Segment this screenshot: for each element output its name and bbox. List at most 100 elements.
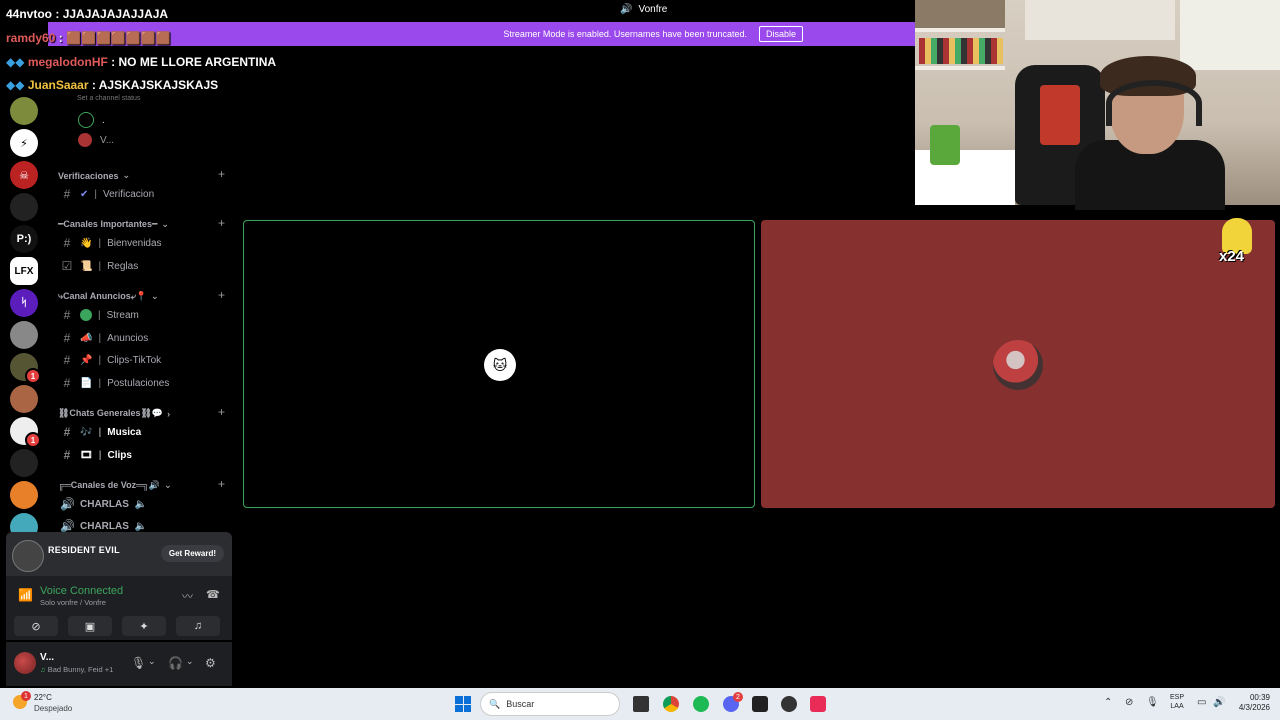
badge-icon: ◆◆ bbox=[6, 55, 25, 69]
video-tile-speaking[interactable]: 🐱 bbox=[243, 220, 755, 508]
weather-description[interactable]: Despejado bbox=[34, 704, 72, 713]
server-icon[interactable]: 1 bbox=[10, 417, 41, 448]
taskbar: 1 22°C Despejado 🔍 Buscar 2 ⌃ ⊘ 🎙 ESP LAA… bbox=[0, 688, 1280, 720]
weather-temperature[interactable]: 22°C bbox=[34, 693, 52, 702]
start-button[interactable] bbox=[455, 696, 471, 712]
chat-username: JuanSaaar bbox=[27, 78, 89, 92]
chrome-icon[interactable] bbox=[663, 696, 679, 712]
microphone-icon[interactable]: 🎙 bbox=[131, 656, 146, 670]
channel-stream[interactable]: # | Stream bbox=[60, 306, 230, 324]
headphones-icon[interactable]: 🎧 bbox=[168, 656, 183, 670]
notification-badge: 1 bbox=[21, 691, 31, 701]
member-name: V... bbox=[100, 134, 115, 146]
add-channel-icon[interactable]: + bbox=[218, 405, 225, 419]
taskbar-search[interactable]: 🔍 Buscar bbox=[480, 692, 620, 716]
get-reward-button[interactable]: Get Reward! bbox=[160, 545, 224, 562]
member-avatar bbox=[78, 112, 94, 128]
add-channel-icon[interactable]: + bbox=[218, 477, 225, 491]
tray-monitor-icon[interactable]: ▭ bbox=[1197, 697, 1206, 708]
noise-suppression-icon[interactable]: 〰 bbox=[182, 588, 193, 604]
language-indicator[interactable]: ESP LAA bbox=[1170, 693, 1184, 711]
voice-channel-charlas[interactable]: 🔊 CHARLAS 🔈 bbox=[60, 495, 230, 513]
channel-clips[interactable]: # 🎞 | Clips bbox=[60, 446, 230, 464]
discord-icon[interactable]: 2 bbox=[723, 692, 743, 712]
server-icon[interactable]: ☠ bbox=[10, 161, 38, 189]
server-icon[interactable]: ⚡ bbox=[10, 129, 38, 157]
discord-badge: 2 bbox=[733, 692, 743, 702]
channel-verificacion[interactable]: # ✔ | Verificacion bbox=[60, 185, 230, 203]
user-name: V... bbox=[40, 652, 55, 663]
voice-member[interactable]: . bbox=[78, 112, 105, 128]
user-activity: ♫ Bad Bunny, Feid +1 bbox=[40, 665, 113, 674]
category-label: ╔═Canales de Voz═╗🔊 bbox=[58, 480, 161, 490]
obs-icon[interactable] bbox=[781, 696, 797, 712]
notification-badge: 1 bbox=[25, 368, 41, 384]
activity-text: Bad Bunny, Feid +1 bbox=[47, 665, 114, 674]
participant-avatar bbox=[993, 340, 1043, 390]
disconnect-icon[interactable]: ☎ bbox=[206, 588, 220, 601]
server-icon[interactable] bbox=[10, 193, 38, 221]
tiktok-icon[interactable] bbox=[810, 696, 826, 712]
channel-postulaciones[interactable]: # 📄 | Postulaciones bbox=[60, 374, 230, 392]
hash-icon: # bbox=[63, 425, 71, 439]
channel-musica[interactable]: # 🎶 | Musica bbox=[60, 423, 230, 441]
capcut-icon[interactable] bbox=[752, 696, 768, 712]
channel-reglas[interactable]: ☑ 📜 | Reglas bbox=[60, 257, 230, 275]
screen-share-button[interactable]: ▣ bbox=[68, 616, 112, 636]
category-voz[interactable]: ╔═Canales de Voz═╗🔊 ⌄ bbox=[58, 480, 172, 491]
video-tile[interactable] bbox=[761, 220, 1275, 508]
chevron-down-icon[interactable]: ⌄ bbox=[148, 656, 156, 667]
soundboard-button[interactable]: ♫ bbox=[176, 616, 220, 636]
channel-label: Verificacion bbox=[103, 188, 155, 200]
music-icon: ♫ bbox=[40, 665, 46, 674]
document-icon: 📄 bbox=[80, 377, 93, 389]
speaker-emoji-icon: 🔈 bbox=[134, 498, 148, 510]
shelf-top bbox=[915, 0, 1005, 28]
server-icon[interactable]: P:) bbox=[10, 225, 38, 253]
category-verificaciones[interactable]: Verificaciones ⌄ bbox=[58, 170, 130, 181]
channel-anuncios[interactable]: # 📣 | Anuncios bbox=[60, 329, 230, 347]
tray-chevron-up-icon[interactable]: ⌃ bbox=[1104, 697, 1112, 708]
window-title-text: Vonfre bbox=[638, 4, 668, 15]
server-icon[interactable] bbox=[10, 481, 38, 509]
server-icon[interactable]: ᛋ bbox=[10, 289, 38, 317]
add-channel-icon[interactable]: + bbox=[218, 216, 225, 230]
avatar[interactable] bbox=[14, 652, 36, 674]
category-anuncios[interactable]: ⤷Canal Anuncios⤶📍 ⌄ bbox=[58, 291, 159, 302]
creeper-figure bbox=[930, 125, 960, 165]
server-icon[interactable]: LFX bbox=[10, 257, 38, 285]
chevron-down-icon: ⌄ bbox=[164, 480, 172, 490]
hash-icon: # bbox=[63, 353, 71, 367]
signal-icon[interactable]: 📶 bbox=[18, 588, 33, 602]
add-channel-icon[interactable]: + bbox=[218, 167, 225, 181]
camera-off-button[interactable]: ⊘ bbox=[14, 616, 58, 636]
spotify-icon[interactable] bbox=[693, 696, 709, 712]
task-view-icon[interactable] bbox=[633, 696, 649, 712]
tray-network-icon[interactable]: ⊘ bbox=[1125, 697, 1133, 708]
window-title: 🔊 Vonfre bbox=[620, 4, 667, 15]
disable-streamer-mode-button[interactable]: Disable bbox=[758, 26, 803, 42]
voice-location[interactable]: Solo vonfre / Vonfre bbox=[40, 598, 106, 607]
channel-clips-tiktok[interactable]: # 📌 | Clips-TikTok bbox=[60, 351, 230, 369]
server-icon[interactable] bbox=[10, 385, 38, 413]
tray-volume-icon[interactable]: 🔊 bbox=[1213, 697, 1225, 708]
add-channel-icon[interactable]: + bbox=[218, 288, 225, 302]
language-code: ESP bbox=[1170, 694, 1185, 701]
category-label: Verificaciones bbox=[58, 170, 119, 181]
chat-message: ramdy60 : 🟫🟫🟫🟫🟫🟫🟫 bbox=[6, 31, 171, 45]
server-icon[interactable] bbox=[10, 97, 38, 125]
clock[interactable]: 00:39 4/3/2026 bbox=[1232, 693, 1270, 713]
server-icon[interactable] bbox=[10, 321, 38, 349]
activities-button[interactable]: ✦ bbox=[122, 616, 166, 636]
category-importantes[interactable]: ━Canales Importantes━ ⌄ bbox=[58, 219, 169, 230]
channel-bienvenidas[interactable]: # 👋 | Bienvenidas bbox=[60, 234, 230, 252]
server-icon[interactable]: 1 bbox=[10, 353, 41, 384]
voice-member[interactable]: V... bbox=[78, 133, 114, 147]
gear-icon[interactable]: ⚙ bbox=[205, 656, 216, 670]
category-generales[interactable]: ⛓Chats Generales⛓💬 › bbox=[58, 408, 170, 419]
tray-mic-icon[interactable]: 🎙 bbox=[1146, 697, 1159, 708]
wall-poster bbox=[1180, 0, 1280, 70]
channel-status-placeholder[interactable]: Set a channel status bbox=[77, 95, 140, 102]
server-icon[interactable] bbox=[10, 449, 38, 477]
chevron-down-icon[interactable]: ⌄ bbox=[186, 656, 194, 667]
